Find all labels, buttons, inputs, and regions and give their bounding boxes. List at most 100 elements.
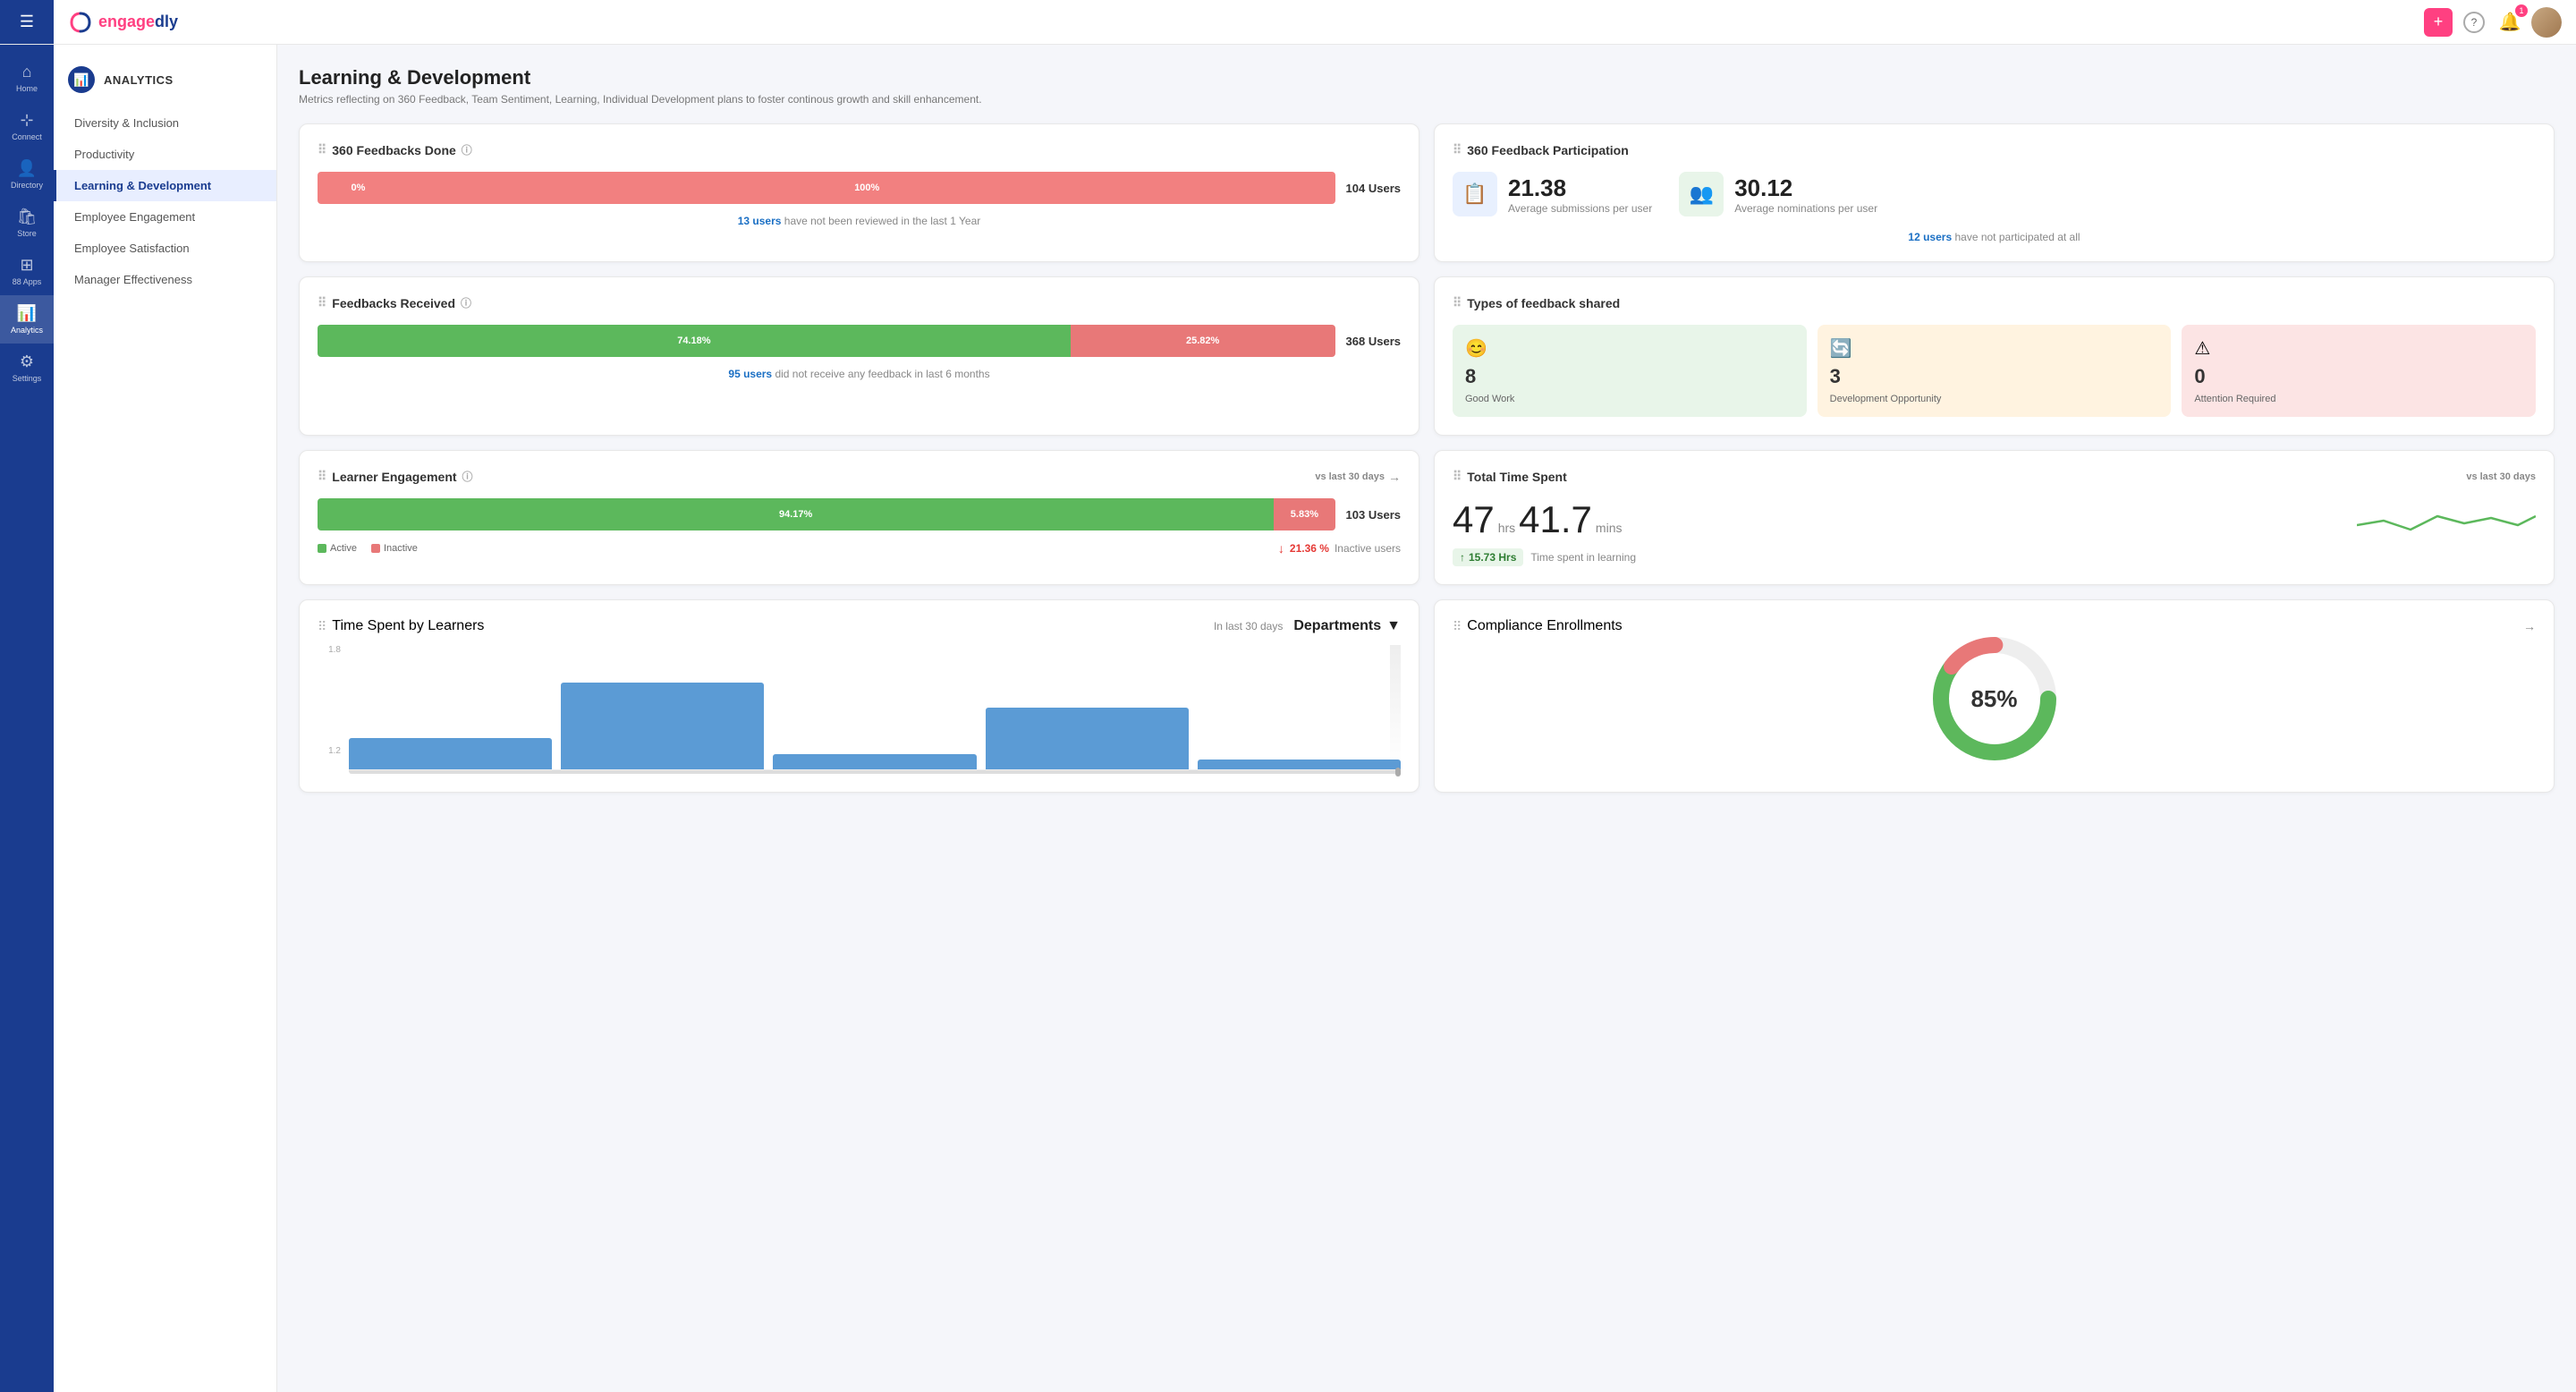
time-learners-period: In last 30 days [1214, 620, 1283, 632]
logo-text: engagedly [98, 13, 178, 31]
header-left: ☰ [0, 0, 54, 44]
participation-stats: 📋 21.38 Average submissions per user 👥 3… [1453, 172, 2536, 216]
time-sub-badge: ↑ 15.73 Hrs [1453, 548, 1523, 566]
drag-icon-8: ⠿ [1453, 619, 1462, 634]
learner-engagement-card: ⠿ Learner Engagement ⓘ vs last 30 days →… [299, 450, 1419, 585]
feedbacks-done-note-link[interactable]: 13 users [738, 215, 782, 227]
sidebar-item-productivity[interactable]: Productivity [54, 139, 276, 170]
time-badge-value: 15.73 Hrs [1469, 551, 1516, 564]
feedbacks-received-bar-container: 74.18% 25.82% 368 Users [318, 325, 1401, 357]
bar-1 [349, 738, 552, 769]
compliance-donut: 85% [1453, 645, 2536, 752]
time-display: 47 hrs 41.7 mins [1453, 498, 1636, 541]
bar-2 [561, 683, 764, 769]
sidebar-item-engagement[interactable]: Employee Engagement [54, 201, 276, 233]
nav-analytics[interactable]: 📊 Analytics [0, 295, 54, 344]
bar-3 [773, 754, 976, 769]
stat-submissions: 📋 21.38 Average submissions per user [1453, 172, 1652, 216]
drag-icon-5: ⠿ [318, 469, 326, 484]
participation-note-link[interactable]: 12 users [1908, 231, 1952, 243]
hamburger-icon[interactable]: ☰ [20, 13, 34, 31]
nominations-number: 30.12 [1734, 174, 1877, 202]
directory-icon: 👤 [17, 159, 37, 178]
sidebar-item-manager[interactable]: Manager Effectiveness [54, 264, 276, 295]
legend-inactive-dot [371, 544, 380, 553]
y-label-mid: 1.2 [328, 746, 341, 756]
nav-settings[interactable]: ⚙ Settings [0, 344, 54, 392]
feedbacks-received-info-icon[interactable]: ⓘ [461, 295, 471, 310]
stat-nominations: 👥 30.12 Average nominations per user [1679, 172, 1877, 216]
feedbacks-done-bar-container: 0% 100% 104 Users [318, 172, 1401, 204]
feedbacks-received-note-link[interactable]: 95 users [728, 368, 772, 380]
drag-icon-2: ⠿ [1453, 142, 1462, 157]
feedbacks-received-bar: 74.18% 25.82% [318, 325, 1335, 357]
main-content: Learning & Development Metrics reflectin… [277, 45, 2576, 1392]
learner-engagement-arrow[interactable]: → [1388, 470, 1401, 484]
total-time-vs: vs last 30 days [2466, 471, 2536, 482]
development-icon: 🔄 [1830, 337, 2159, 360]
inactive-note: ↓ 21.36 % Inactive users [1278, 541, 1401, 556]
learner-users: 103 Users [1346, 508, 1401, 522]
notification-button[interactable]: 🔔 1 [2496, 8, 2524, 37]
compliance-title: Compliance Enrollments [1467, 618, 1622, 634]
nav-apps-label: 88 Apps [13, 277, 42, 286]
good-work-number: 8 [1465, 365, 1794, 388]
sidebar-item-learning[interactable]: Learning & Development [54, 170, 276, 201]
nav-directory[interactable]: 👤 Directory [0, 150, 54, 199]
bar-chart-container: 1.8 1.2 [318, 645, 1401, 774]
feedback-types-list: 😊 8 Good Work 🔄 3 Development Opportunit… [1453, 325, 2536, 417]
learner-bar: 94.17% 5.83% [318, 498, 1335, 530]
bar-chart [349, 645, 1401, 770]
development-number: 3 [1830, 365, 2159, 388]
sidebar-item-satisfaction[interactable]: Employee Satisfaction [54, 233, 276, 264]
feedback-type-good-work: 😊 8 Good Work [1453, 325, 1807, 417]
dept-select[interactable]: Departments ▼ [1293, 618, 1401, 634]
analytics-section-label: ANALYTICS [104, 73, 174, 87]
dept-label: Departments [1293, 618, 1381, 634]
feedbacks-received-red: 25.82% [1071, 325, 1335, 357]
time-sub-label: Time spent in learning [1530, 551, 1636, 564]
feedback-type-attention: ⚠ 0 Attention Required [2182, 325, 2536, 417]
participation-title: 360 Feedback Participation [1467, 143, 1629, 157]
learner-engagement-info-icon[interactable]: ⓘ [462, 469, 473, 484]
feedbacks-done-bar-right: 100% [399, 172, 1335, 204]
feedbacks-received-title: Feedbacks Received [332, 296, 455, 310]
learner-bar-container: 94.17% 5.83% 103 Users [318, 498, 1401, 530]
feedbacks-done-users: 104 Users [1346, 182, 1401, 195]
learner-bar-green: 94.17% [318, 498, 1274, 530]
help-button[interactable]: ? [2460, 8, 2488, 37]
drag-icon: ⠿ [318, 142, 326, 157]
learner-footer: Active Inactive ↓ 21.36 % Inactive users [318, 541, 1401, 556]
notification-badge: 1 [2515, 4, 2528, 17]
store-icon: 🛍 [17, 208, 38, 226]
legend-inactive: Inactive [371, 543, 418, 554]
settings-icon: ⚙ [20, 352, 34, 371]
time-mins-unit: mins [1596, 521, 1623, 535]
sidebar-item-diversity[interactable]: Diversity & Inclusion [54, 107, 276, 139]
logo-icon [68, 10, 93, 35]
feedback-types-card: ⠿ Types of feedback shared 😊 8 Good Work… [1434, 276, 2555, 436]
nav-home[interactable]: ⌂ Home [0, 54, 54, 102]
connect-icon: ⊹ [20, 111, 33, 130]
nav-connect[interactable]: ⊹ Connect [0, 102, 54, 150]
learner-engagement-title: Learner Engagement [332, 470, 456, 484]
compliance-card: ⠿ Compliance Enrollments → 85% [1434, 599, 2555, 793]
nav-directory-label: Directory [11, 181, 43, 190]
attention-number: 0 [2194, 365, 2523, 388]
time-learners-card: ⠿ Time Spent by Learners In last 30 days… [299, 599, 1419, 793]
submissions-number: 21.38 [1508, 174, 1652, 202]
inactive-label: Inactive users [1335, 542, 1401, 555]
drag-icon-7: ⠿ [318, 619, 326, 634]
analytics-icon: 📊 [17, 304, 37, 323]
nav-store[interactable]: 🛍 Store [0, 199, 54, 247]
add-button[interactable]: + [2424, 8, 2453, 37]
compliance-arrow[interactable]: → [2523, 619, 2536, 633]
nav-apps[interactable]: ⊞ 88 Apps [0, 247, 54, 295]
learner-engagement-vs: vs last 30 days [1315, 471, 1385, 482]
feedbacks-done-info-icon[interactable]: ⓘ [462, 142, 472, 157]
user-avatar[interactable] [2531, 7, 2562, 38]
nav-connect-label: Connect [12, 132, 42, 141]
good-work-label: Good Work [1465, 394, 1794, 404]
time-hrs-unit: hrs [1498, 521, 1515, 535]
time-chart [2357, 498, 2536, 552]
